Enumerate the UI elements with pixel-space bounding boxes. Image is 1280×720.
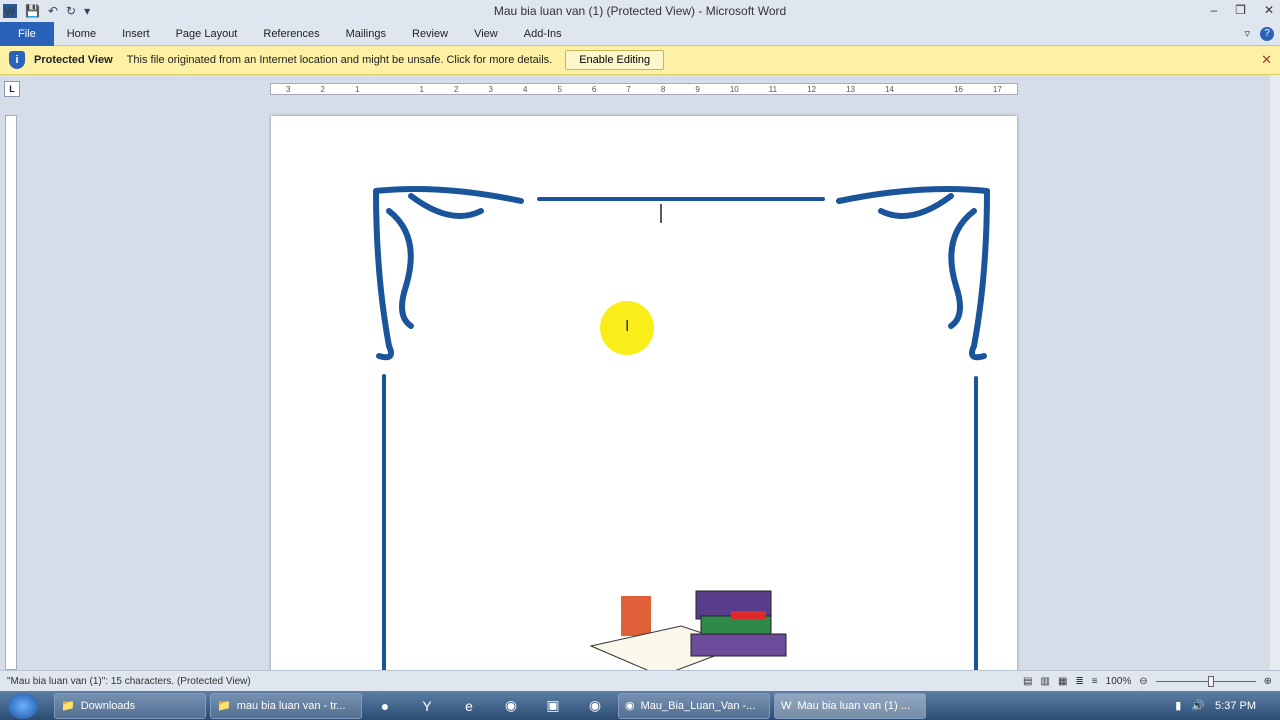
vertical-ruler[interactable] <box>5 115 17 670</box>
ruler-tick: 9 <box>695 84 700 94</box>
folder-icon: 📁 <box>61 700 75 712</box>
redo-icon[interactable]: ↻ <box>66 4 76 18</box>
tab-file[interactable]: File <box>0 21 54 46</box>
minimize-icon[interactable]: – <box>1210 3 1217 17</box>
ruler-tick: 5 <box>557 84 562 94</box>
close-icon[interactable]: ✕ <box>1264 3 1274 17</box>
ruler-tick: 16 <box>953 84 963 94</box>
ruler-tick: 3 <box>488 84 493 94</box>
taskbar-word[interactable]: W Mau bia luan van (1) ... <box>774 692 926 719</box>
title-bar: W 💾 ↶ ↻ ▾ Mau bia luan van (1) (Protecte… <box>0 0 1280 22</box>
ribbon-expand-icon[interactable]: ▿ <box>1244 27 1250 41</box>
print-layout-icon[interactable]: ▤ <box>1023 676 1032 687</box>
enable-editing-button[interactable]: Enable Editing <box>565 50 665 70</box>
ibeam-cursor-icon: I <box>625 318 630 335</box>
document-area <box>22 103 1270 670</box>
tab-insert[interactable]: Insert <box>109 22 163 46</box>
tab-mailings[interactable]: Mailings <box>333 22 399 46</box>
ruler-tick: 13 <box>846 84 855 94</box>
taskbar: 📁 Downloads 📁 mau bia luan van - tr... ● Y… <box>0 691 1280 720</box>
chrome-icon: ◉ <box>625 700 635 712</box>
folder-icon: 📁 <box>217 700 231 712</box>
app-icon[interactable]: ▣ <box>534 697 572 714</box>
ruler-tick: 12 <box>807 84 817 94</box>
ruler-tick: 14 <box>885 84 894 94</box>
tab-home[interactable]: Home <box>54 22 109 46</box>
volume-icon[interactable]: 🔊 <box>1191 699 1205 712</box>
outline-icon[interactable]: ≣ <box>1075 676 1083 687</box>
horizontal-ruler[interactable]: 3 2 1 1 2 3 4 5 6 7 8 9 10 11 12 13 14 16 17 <box>270 83 1018 95</box>
chrome-icon-2[interactable]: ◉ <box>576 697 614 714</box>
ruler-area: L 3 2 1 1 2 3 4 5 6 7 8 9 10 11 12 13 14 16 17 <box>0 75 1270 103</box>
restore-icon[interactable]: ❐ <box>1235 3 1246 17</box>
word-icon: W <box>781 699 792 712</box>
zoom-in-icon[interactable]: ⊕ <box>1264 676 1272 687</box>
zoom-out-icon[interactable]: ⊖ <box>1139 676 1147 687</box>
yandex-icon[interactable]: Y <box>408 698 446 714</box>
tab-page-layout[interactable]: Page Layout <box>163 22 251 46</box>
zoom-level[interactable]: 100% <box>1106 676 1132 687</box>
recorder-icon[interactable]: ● <box>366 698 404 714</box>
tab-selector[interactable]: L <box>4 81 20 97</box>
ruler-tick: 7 <box>626 84 631 94</box>
full-screen-reading-icon[interactable]: ▥ <box>1041 676 1050 687</box>
help-icon[interactable]: ? <box>1260 26 1274 41</box>
clock[interactable]: 5:37 PM <box>1215 700 1256 712</box>
document-page[interactable] <box>271 116 1017 670</box>
network-icon[interactable]: ▮ <box>1175 699 1181 712</box>
ruler-tick: 1 <box>419 84 424 94</box>
taskbar-folder[interactable]: 📁 mau bia luan van - tr... <box>210 692 362 719</box>
word-logo-icon: W <box>3 4 17 18</box>
left-corner-ornament <box>373 185 524 361</box>
ruler-tick: 4 <box>522 84 528 94</box>
protected-view-label: Protected View <box>34 54 113 66</box>
start-button[interactable] <box>8 692 38 719</box>
save-icon[interactable]: 💾 <box>25 4 40 18</box>
status-bar: "Mau bia luan van (1)": 15 characters. (… <box>0 670 1280 691</box>
ribbon-tabs: File Home Insert Page Layout References … <box>0 21 1280 46</box>
protected-view-bar[interactable]: i Protected View This file originated fr… <box>0 46 1280 75</box>
cover-border <box>373 185 990 670</box>
ruler-tick: 11 <box>768 84 778 94</box>
tab-view[interactable]: View <box>461 22 511 46</box>
status-text: "Mau bia luan van (1)": 15 characters. (… <box>7 675 251 687</box>
protected-view-message[interactable]: This file originated from an Internet lo… <box>127 54 553 66</box>
close-bar-icon[interactable]: ✕ <box>1261 52 1272 68</box>
taskbar-downloads[interactable]: 📁 Downloads <box>54 692 206 719</box>
info-shield-icon: i <box>9 51 25 69</box>
chrome-icon[interactable]: ◉ <box>492 697 530 714</box>
customize-qat-icon[interactable]: ▾ <box>84 4 90 18</box>
ruler-tick: 2 <box>320 84 325 94</box>
ruler-tick: 10 <box>729 84 739 94</box>
window-title: Mau bia luan van (1) (Protected View) - … <box>493 4 787 18</box>
tab-references[interactable]: References <box>250 22 332 46</box>
ruler-tick: 17 <box>992 84 1002 94</box>
ie-icon[interactable]: e <box>450 698 488 714</box>
quick-access-toolbar: W 💾 ↶ ↻ ▾ <box>0 4 90 18</box>
undo-icon[interactable]: ↶ <box>48 4 58 18</box>
web-layout-icon[interactable]: ▦ <box>1058 676 1067 687</box>
tab-add-ins[interactable]: Add-Ins <box>511 22 575 46</box>
right-corner-ornament <box>836 185 990 361</box>
ruler-tick: 3 <box>286 84 291 94</box>
ruler-tick: 8 <box>660 84 666 94</box>
ruler-tick: 1 <box>354 84 360 94</box>
draft-icon[interactable]: ≡ <box>1092 676 1098 687</box>
tab-review[interactable]: Review <box>399 22 461 46</box>
zoom-slider[interactable] <box>1155 675 1256 687</box>
system-tray: ▮ 🔊 5:37 PM <box>1175 699 1280 713</box>
taskbar-chrome[interactable]: ◉ Mau_Bia_Luan_Van -... <box>618 692 770 719</box>
books-illustration <box>589 590 787 670</box>
vertical-scrollbar[interactable] <box>1270 75 1280 670</box>
ruler-tick: 2 <box>453 84 459 94</box>
ruler-tick: 6 <box>591 84 597 94</box>
